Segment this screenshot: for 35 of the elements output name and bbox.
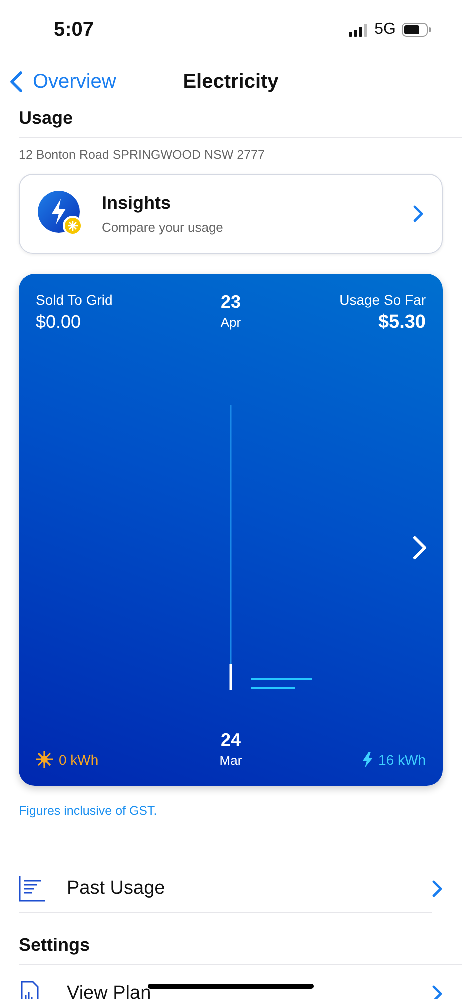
list-chart-icon <box>19 876 45 902</box>
solar-value: 0 kWh <box>59 752 99 768</box>
insights-subtitle: Compare your usage <box>102 220 224 235</box>
chevron-right-icon <box>413 205 424 223</box>
date-day: 24 <box>220 730 242 751</box>
date-month: Apr <box>220 315 242 330</box>
grid-value: 16 kWh <box>378 752 426 768</box>
address-text: 12 Bonton Road SPRINGWOOD NSW 2777 <box>18 147 266 162</box>
back-button[interactable]: Overview <box>10 70 116 94</box>
battery-icon <box>402 23 432 37</box>
insights-card[interactable]: Insights Compare your usage <box>19 174 443 254</box>
chevron-right-icon <box>432 985 443 999</box>
page-title: Electricity <box>183 70 279 92</box>
insights-title: Insights <box>102 193 172 214</box>
sold-label: Sold To Grid <box>36 292 113 308</box>
sold-value: $0.00 <box>36 312 82 333</box>
chevron-right-icon <box>432 880 443 898</box>
past-usage-label: Past Usage <box>67 878 166 900</box>
signal-icon <box>348 24 369 36</box>
usage-label: Usage So Far <box>340 292 426 308</box>
section-heading: Usage <box>18 107 74 129</box>
status-time: 5:07 <box>54 18 94 42</box>
network-label: 5G <box>374 21 396 39</box>
past-usage-row[interactable]: Past Usage <box>0 866 462 912</box>
insights-icon <box>38 191 84 237</box>
date-day: 23 <box>220 292 242 313</box>
view-plan-row[interactable]: View Plan <box>0 971 462 999</box>
view-plan-label: View Plan <box>67 983 152 999</box>
back-chevron-icon <box>10 71 23 93</box>
lightning-icon <box>362 752 373 768</box>
date-month: Mar <box>220 753 242 768</box>
usage-value: $5.30 <box>378 312 426 334</box>
section-heading: Settings <box>18 934 92 956</box>
sun-icon <box>36 751 53 768</box>
gst-note: Figures inclusive of GST. <box>18 803 158 818</box>
